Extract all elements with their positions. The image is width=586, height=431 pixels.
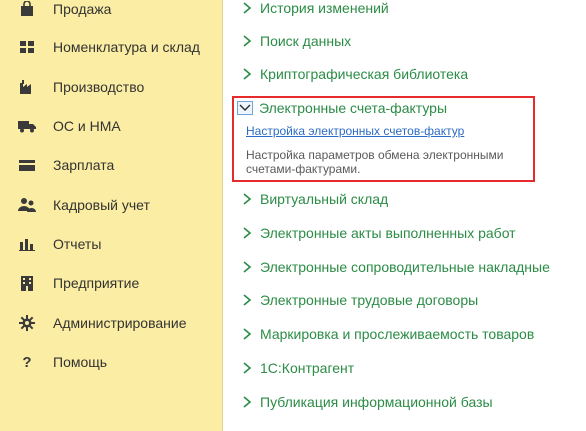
sidebar-item-label: Предприятие [53, 275, 140, 291]
sidebar-item-sales[interactable]: Продажа [0, 0, 222, 24]
card-icon [17, 155, 37, 175]
link-infobase-publication[interactable]: Публикация информационной базы [241, 391, 493, 413]
sidebar-item-enterprise[interactable]: Предприятие [0, 268, 222, 298]
link-electronic-waybills[interactable]: Электронные сопроводительные накладные [241, 256, 550, 278]
chevron-right-icon [243, 2, 252, 14]
link-electronic-acts[interactable]: Электронные акты выполненных работ [241, 222, 516, 244]
sidebar-item-label: Продажа [53, 1, 112, 17]
people-icon [17, 195, 37, 215]
link-label: Поиск данных [260, 33, 352, 49]
truck-icon [17, 116, 37, 136]
link-data-search[interactable]: Поиск данных [241, 30, 351, 52]
sidebar-item-admin[interactable]: Администрирование [0, 308, 222, 338]
link-change-history[interactable]: История изменений [241, 0, 389, 19]
sidebar-item-label: Зарплата [53, 157, 115, 173]
chevron-right-icon [243, 362, 252, 374]
link-label: Маркировка и прослеживаемость товаров [260, 326, 535, 342]
expanded-section-einvoices[interactable]: Электронные счета-фактуры [237, 97, 447, 119]
chevron-down-icon [237, 101, 253, 115]
expanded-section-label: Электронные счета-фактуры [259, 100, 448, 116]
sidebar-item-reports[interactable]: Отчеты [0, 229, 222, 259]
sidebar-item-nomenclature[interactable]: Номенклатура и склад [0, 32, 222, 62]
chevron-right-icon [243, 193, 252, 205]
link-1c-counterparty[interactable]: 1С:Контрагент [241, 357, 354, 379]
sidebar-item-label: Администрирование [53, 315, 187, 331]
chevron-right-icon [243, 35, 252, 47]
sidebar-item-label: Кадровый учет [53, 197, 150, 213]
einvoice-settings-description: Настройка параметров обмена электронными… [246, 148, 504, 176]
link-label: Публикация информационной базы [260, 394, 493, 410]
link-label: Электронные акты выполненных работ [260, 225, 516, 241]
sidebar-item-label: Помощь [53, 354, 108, 370]
einvoice-settings-link[interactable]: Настройка электронных счетов-фактур [246, 124, 464, 138]
link-label: История изменений [260, 0, 389, 16]
sales-bag-icon [17, 0, 37, 19]
chevron-right-icon [243, 227, 252, 239]
sidebar-item-label: Отчеты [53, 236, 102, 252]
sidebar: Продажа Номенклатура и склад Производств… [0, 0, 223, 431]
sidebar-item-production[interactable]: Производство [0, 72, 222, 102]
grid-icon [17, 37, 37, 57]
chevron-right-icon [243, 396, 252, 408]
question-icon: ? [22, 353, 32, 371]
sidebar-item-salary[interactable]: Зарплата [0, 150, 222, 180]
chevron-right-icon [243, 68, 252, 80]
bar-chart-icon [17, 234, 37, 254]
chevron-right-icon [243, 328, 252, 340]
sidebar-item-label: Производство [53, 79, 145, 95]
link-marking-traceability[interactable]: Маркировка и прослеживаемость товаров [241, 323, 534, 345]
sidebar-item-label: ОС и НМА [53, 118, 121, 134]
link-label: Криптографическая библиотека [260, 66, 469, 82]
sidebar-item-help[interactable]: ? Помощь [0, 347, 222, 377]
link-virtual-warehouse[interactable]: Виртуальный склад [241, 188, 388, 210]
factory-icon [17, 77, 37, 97]
link-crypto-library[interactable]: Криптографическая библиотека [241, 63, 468, 85]
link-electronic-labor-contracts[interactable]: Электронные трудовые договоры [241, 289, 478, 311]
chevron-right-icon [243, 261, 252, 273]
sidebar-item-hr[interactable]: Кадровый учет [0, 190, 222, 220]
building-icon [17, 273, 37, 293]
link-label: Электронные сопроводительные накладные [260, 259, 550, 275]
link-label: Электронные трудовые договоры [260, 292, 479, 308]
sidebar-item-label: Номенклатура и склад [53, 39, 200, 55]
sidebar-item-assets[interactable]: ОС и НМА [0, 111, 222, 141]
link-label: Виртуальный склад [260, 191, 389, 207]
chevron-right-icon [243, 294, 252, 306]
gear-icon [17, 313, 37, 333]
link-label: 1С:Контрагент [260, 360, 355, 376]
